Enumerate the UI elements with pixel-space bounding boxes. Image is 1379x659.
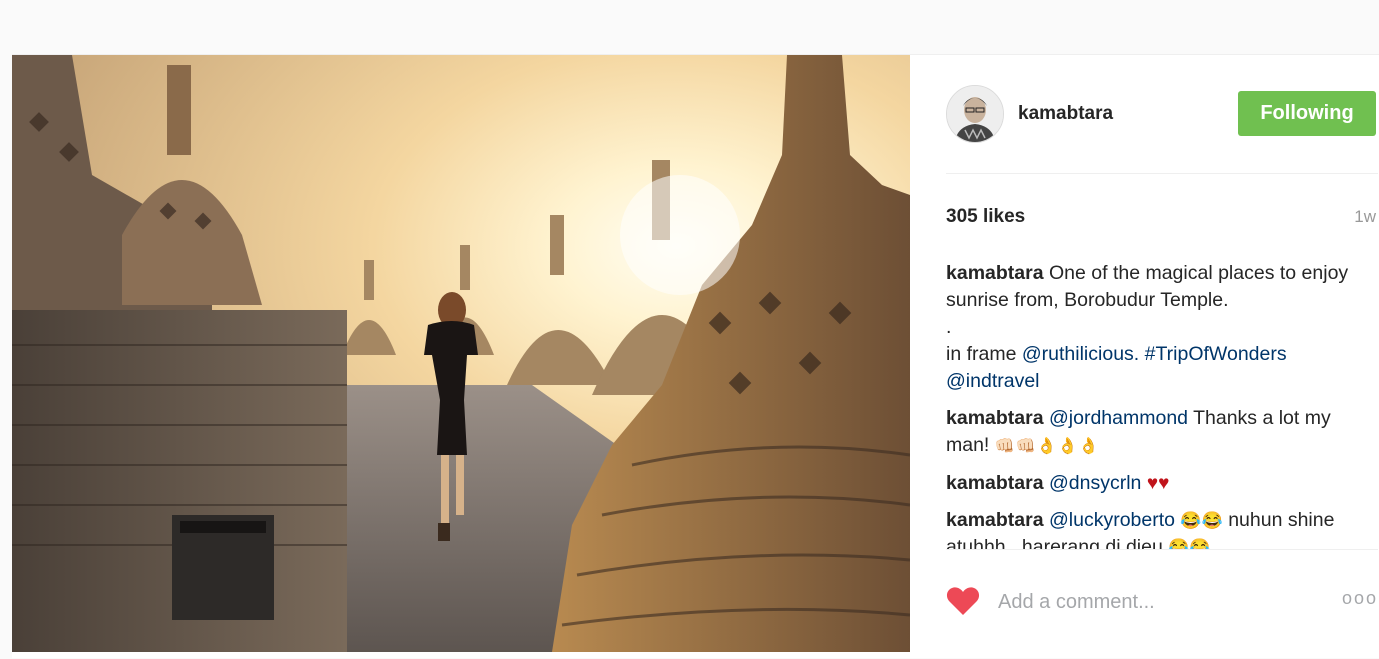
comments-list[interactable]: kamabtara One of the magical places to e…	[946, 260, 1378, 550]
post-age[interactable]: 1w	[1354, 207, 1376, 227]
emoji-hands: 👊🏻👊🏻👌👌👌	[994, 438, 1100, 455]
post-photo[interactable]	[12, 55, 910, 652]
post-card: kamabtara Following 305 likes 1w kamabta…	[12, 54, 1379, 658]
mention-link[interactable]: @ruthilicious.	[1022, 343, 1139, 365]
avatar[interactable]	[946, 85, 1004, 143]
likes-count[interactable]: 305 likes	[946, 206, 1025, 228]
mention-link[interactable]: @luckyroberto	[1049, 509, 1175, 531]
comment-bar: ooo	[946, 549, 1378, 659]
username[interactable]: kamabtara	[1018, 103, 1113, 125]
comment-username[interactable]: kamabtara	[946, 472, 1044, 494]
mention-link[interactable]: @jordhammond	[1049, 407, 1188, 429]
comment-item: kamabtara @dnsycrln ♥♥	[946, 470, 1378, 497]
caption: kamabtara One of the magical places to e…	[946, 260, 1378, 395]
mention-link[interactable]: @dnsycrln	[1049, 472, 1141, 494]
mention-link[interactable]: @indtravel	[946, 370, 1040, 392]
comment-item: kamabtara @jordhammond Thanks a lot my m…	[946, 405, 1378, 460]
comment-item: kamabtara @luckyroberto 😂😂 nuhun shine a…	[946, 507, 1378, 550]
hashtag-link[interactable]: #TripOfWonders	[1145, 343, 1287, 365]
caption-in-frame: in frame	[946, 343, 1017, 365]
comment-username[interactable]: kamabtara	[946, 407, 1044, 429]
more-options-icon[interactable]: ooo	[1342, 588, 1378, 609]
comment-username[interactable]: kamabtara	[946, 262, 1044, 284]
post-header: kamabtara Following	[946, 55, 1378, 174]
heart-icon[interactable]	[946, 586, 980, 616]
caption-dot: .	[946, 316, 952, 338]
comment-username[interactable]: kamabtara	[946, 509, 1044, 531]
emoji-hearts: ♥♥	[1146, 473, 1170, 494]
comment-input[interactable]	[996, 584, 1300, 620]
following-button[interactable]: Following	[1238, 91, 1376, 136]
post-sidebar: kamabtara Following 305 likes 1w kamabta…	[946, 55, 1378, 658]
emoji-laugh: 😂😂	[1180, 511, 1223, 530]
